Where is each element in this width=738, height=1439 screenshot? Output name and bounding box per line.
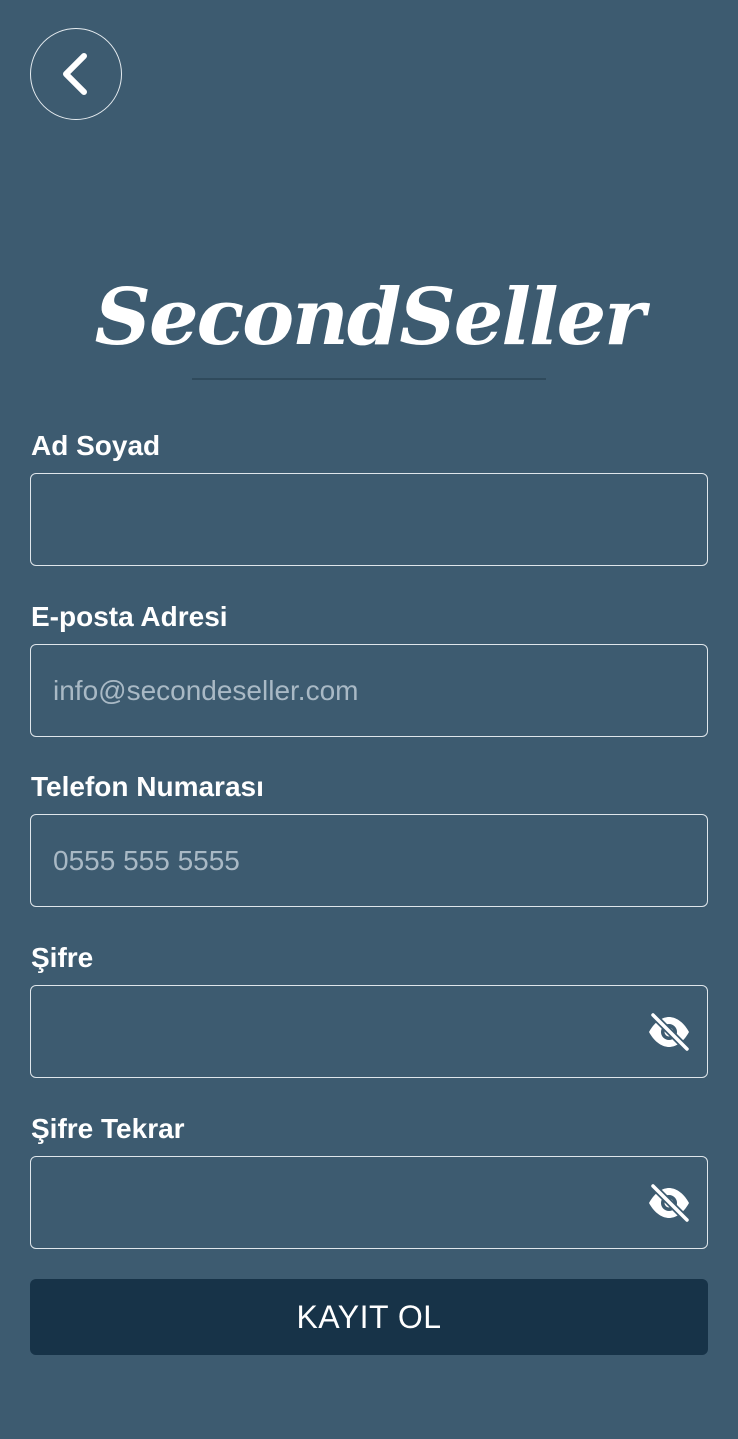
email-input[interactable] (31, 645, 707, 736)
chevron-left-icon (63, 53, 87, 95)
full-name-input[interactable] (31, 474, 707, 565)
password-input[interactable] (31, 986, 707, 1077)
password-label: Şifre (31, 942, 94, 973)
back-button[interactable] (30, 28, 122, 120)
phone-field[interactable] (30, 814, 708, 907)
eye-off-icon[interactable] (647, 1183, 691, 1223)
full-name-label: Ad Soyad (31, 430, 161, 461)
app-logo: SecondSeller (94, 272, 646, 363)
email-label: E-posta Adresi (31, 601, 228, 632)
register-button[interactable]: KAYIT OL (30, 1279, 708, 1355)
eye-off-icon[interactable] (647, 1012, 691, 1052)
phone-input[interactable] (31, 815, 707, 906)
password-confirm-input[interactable] (31, 1157, 707, 1248)
password-confirm-field[interactable] (30, 1156, 708, 1249)
full-name-field[interactable] (30, 473, 708, 566)
phone-label: Telefon Numarası (31, 771, 264, 802)
password-field[interactable] (30, 985, 708, 1078)
email-field[interactable] (30, 644, 708, 737)
password-confirm-label: Şifre Tekrar (31, 1113, 185, 1144)
logo-divider (192, 378, 546, 380)
